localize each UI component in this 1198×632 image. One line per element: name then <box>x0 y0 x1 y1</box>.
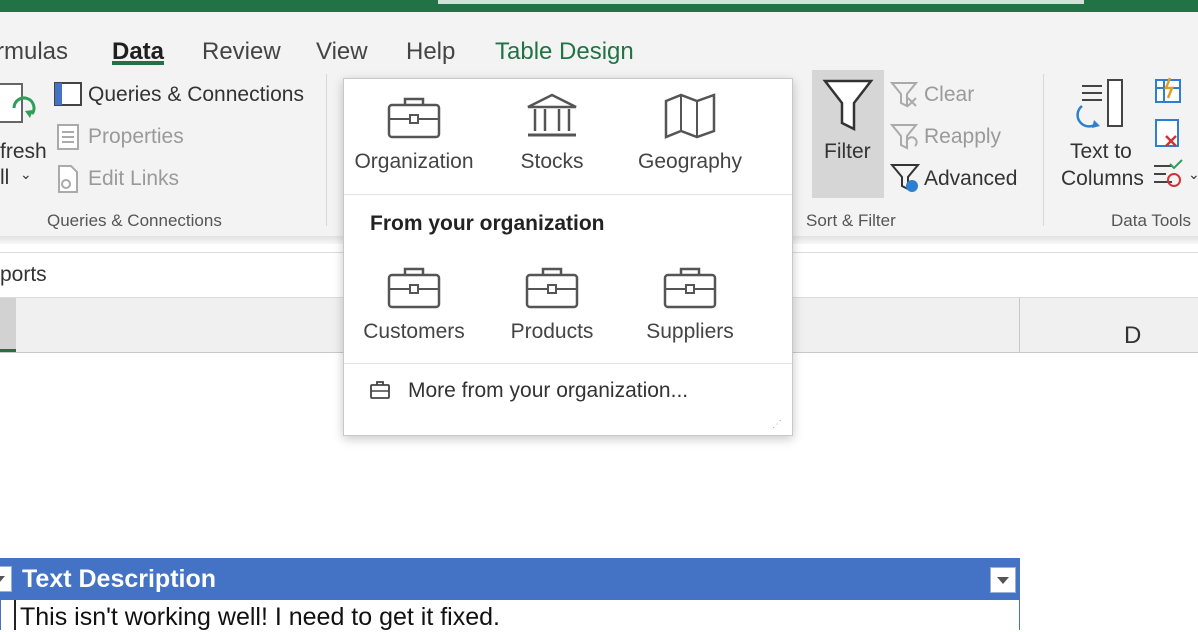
data-tools-small-icons[interactable] <box>1152 76 1186 194</box>
briefcase-icon <box>370 381 390 399</box>
filter-dropdown-button[interactable] <box>990 567 1016 593</box>
org-item-label: Products <box>510 320 594 343</box>
group-label-sort-filter: Sort & Filter <box>806 211 896 230</box>
search-box[interactable] <box>438 0 1084 4</box>
datatype-label: Stocks <box>520 150 584 173</box>
briefcase-icon <box>525 267 579 309</box>
ribbon-tabs: rmulas Data Review View Help Table Desig… <box>0 12 1198 68</box>
name-box[interactable]: ports <box>0 263 47 287</box>
chevron-down-icon[interactable]: ⌄ <box>1188 166 1198 183</box>
table-header-text-description[interactable]: Text Description <box>22 565 216 594</box>
properties-icon <box>57 124 79 150</box>
advanced-button[interactable]: Advanced <box>924 167 1017 191</box>
bank-icon <box>527 93 577 137</box>
popup-section-heading: From your organization <box>370 212 605 235</box>
edit-links-button[interactable]: Edit Links <box>88 167 179 191</box>
org-item-suppliers[interactable]: Suppliers <box>620 265 760 344</box>
tab-review[interactable]: Review <box>202 38 281 66</box>
briefcase-icon <box>387 97 441 139</box>
column-header-d[interactable]: D <box>1124 322 1141 350</box>
more-from-organization-link[interactable]: More from your organization... <box>408 379 688 403</box>
refresh-all-label[interactable]: ll <box>0 166 9 190</box>
chevron-down-icon <box>0 576 5 583</box>
tab-view[interactable]: View <box>316 38 368 66</box>
chevron-down-icon[interactable]: ⌄ <box>20 166 32 183</box>
data-types-gallery: Organization Stocks Geography From your … <box>343 78 793 436</box>
text-to-label[interactable]: Text to <box>1070 140 1132 164</box>
filter-funnel-icon <box>822 79 874 132</box>
clear-filter-icon <box>890 82 919 108</box>
queries-connections-icon <box>54 82 82 106</box>
refresh-icon[interactable] <box>0 80 44 136</box>
org-item-label: Suppliers <box>646 320 734 343</box>
reapply-icon <box>890 124 919 150</box>
queries-connections-button[interactable]: Queries & Connections <box>88 83 304 107</box>
map-icon <box>664 93 716 139</box>
tab-help[interactable]: Help <box>406 38 455 66</box>
group-divider <box>326 74 327 226</box>
org-item-products[interactable]: Products <box>482 265 622 344</box>
refresh-label[interactable]: fresh <box>0 140 47 164</box>
active-tab-indicator <box>112 61 164 65</box>
group-divider <box>1043 74 1044 226</box>
filter-dropdown-left[interactable] <box>0 566 12 592</box>
datatype-stocks[interactable]: Stocks <box>482 93 622 174</box>
reapply-button[interactable]: Reapply <box>924 125 1001 149</box>
org-item-label: Customers <box>363 320 465 343</box>
popup-divider <box>344 363 792 364</box>
popup-divider <box>344 194 792 195</box>
resize-grip-icon[interactable]: ⋰ <box>772 419 783 430</box>
org-item-customers[interactable]: Customers <box>344 265 484 344</box>
text-to-columns-icon[interactable] <box>1072 78 1132 136</box>
briefcase-icon <box>663 267 717 309</box>
advanced-filter-icon <box>890 164 921 192</box>
selected-cell-border <box>14 600 16 630</box>
selected-column-header[interactable] <box>0 298 16 352</box>
datatype-label: Geography <box>638 150 742 173</box>
tab-formulas[interactable]: rmulas <box>0 38 68 66</box>
briefcase-icon <box>387 267 441 309</box>
group-label-queries: Queries & Connections <box>47 211 222 230</box>
tab-table-design[interactable]: Table Design <box>495 38 634 66</box>
properties-button[interactable]: Properties <box>88 125 184 149</box>
datatype-organization[interactable]: Organization <box>344 95 484 174</box>
datatype-label: Organization <box>354 150 474 173</box>
clear-button[interactable]: Clear <box>924 83 974 107</box>
edit-links-icon <box>58 165 78 193</box>
table-cell[interactable]: This isn't working well! I need to get i… <box>20 603 500 632</box>
datatype-geography[interactable]: Geography <box>620 93 760 174</box>
filter-label: Filter <box>824 140 871 163</box>
chevron-down-icon <box>997 577 1009 584</box>
column-divider <box>1019 298 1020 352</box>
title-bar <box>0 0 1198 12</box>
group-label-data-tools: Data Tools <box>1111 211 1192 230</box>
columns-label[interactable]: Columns <box>1061 167 1144 191</box>
